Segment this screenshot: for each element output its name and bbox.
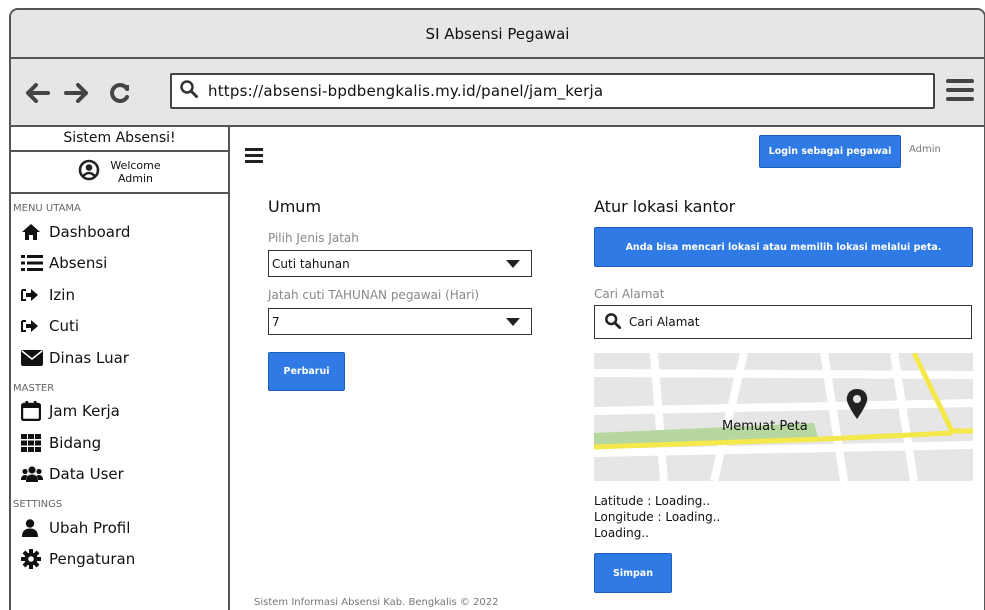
footer-text: Sistem Informasi Absensi Kab. Bengkalis … [254,597,499,608]
sidebar-item-absensi[interactable]: Absensi [11,248,228,280]
sidebar-item-label: Jam Kerja [49,402,120,421]
latitude-text: Latitude : Loading.. [594,494,711,508]
section-master: MASTER [13,382,55,394]
section-settings: SETTINGS [13,499,63,510]
sidebar-item-label: Data User [49,465,124,484]
users-icon [21,465,49,483]
sidebar-item-dashboard[interactable]: Dashboard [11,216,228,248]
browser-toolbar: https://absensi-bpdbengkalis.my.id/panel… [11,59,984,127]
sidebar-item-cuti[interactable]: Cuti [11,311,228,343]
sidebar-item-jam-kerja[interactable]: Jam Kerja [11,396,228,428]
map-loading-label: Memuat Peta [722,419,808,434]
sidebar-item-label: Dashboard [49,222,131,241]
umum-title: Umum [268,197,322,216]
back-arrow-icon[interactable] [25,80,51,106]
list-icon [21,254,49,272]
browser-menu-icon[interactable] [946,79,974,105]
envelope-icon [21,349,49,366]
sidebar-item-label: Cuti [49,317,80,336]
lokasi-title: Atur lokasi kantor [594,197,736,216]
window-titlebar: SI Absensi Pegawai [11,10,984,59]
sidebar-item-dinas-luar[interactable]: Dinas Luar [11,342,228,374]
save-button[interactable]: Simpan [594,553,672,593]
update-button[interactable]: Perbarui [268,352,345,391]
sidebar-welcome: Welcome Admin [11,152,228,194]
search-placeholder: Cari Alamat [629,315,700,329]
home-icon [21,223,49,241]
user-icon [21,519,49,537]
address-bar[interactable]: https://absensi-bpdbengkalis.my.id/panel… [170,73,935,109]
sidebar-item-data-user[interactable]: Data User [11,459,228,491]
jatah-cuti-label: Jatah cuti TAHUNAN pegawai (Hari) [268,288,480,302]
map-background [594,353,973,481]
admin-label: Admin [909,144,941,155]
search-address-input[interactable]: Cari Alamat [594,305,972,339]
welcome-text: Welcome [110,159,161,172]
section-menu-utama: MENU UTAMA [13,203,81,214]
login-as-employee-button[interactable]: Login sebagai pegawai [759,135,901,168]
sidebar-item-ubah-profil[interactable]: Ubah Profil [11,512,228,544]
jenis-jatah-label: Pilih Jenis Jatah [268,231,359,245]
sidebar-toggle-icon[interactable] [245,148,263,166]
gear-icon [21,549,49,570]
sidebar-item-izin[interactable]: Izin [11,279,228,311]
sidebar-item-bidang[interactable]: Bidang [11,427,228,459]
sidebar-item-label: Pengaturan [49,550,136,569]
grid-icon [21,433,49,452]
calendar-icon [21,401,49,422]
sign-in-icon [21,287,49,303]
url-text: https://absensi-bpdbengkalis.my.id/panel… [208,82,604,100]
window-title: SI Absensi Pegawai [425,24,570,43]
sidebar-item-label: Ubah Profil [49,518,131,537]
user-circle-icon [78,159,100,185]
jatah-cuti-select[interactable]: 7 [268,308,532,335]
search-icon [605,312,622,332]
welcome-user: Admin [117,172,154,185]
sidebar-item-label: Bidang [49,433,102,452]
sidebar-item-label: Dinas Luar [49,348,129,367]
chevron-down-icon [506,260,520,268]
jenis-jatah-value: Cuti tahunan [272,256,350,271]
sign-in-icon [21,318,49,334]
jenis-jatah-select[interactable]: Cuti tahunan [268,250,532,277]
sidebar: Sistem Absensi! Welcome Admin MENU UTAMA… [11,127,230,610]
sidebar-item-label: Izin [49,285,75,304]
loading-text: Loading.. [594,526,649,540]
reload-icon[interactable] [107,80,133,106]
search-icon [180,80,198,102]
chevron-down-icon [506,318,520,326]
jatah-cuti-value: 7 [272,314,280,329]
sidebar-app-title: Sistem Absensi! [11,127,228,152]
main-content: Login sebagai pegawai Admin Umum Pilih J… [232,127,984,610]
office-location-map[interactable]: Memuat Peta [594,353,973,481]
forward-arrow-icon[interactable] [63,80,89,106]
sidebar-item-pengaturan[interactable]: Pengaturan [11,544,228,576]
search-address-label: Cari Alamat [594,287,665,301]
browser-window: SI Absensi Pegawai https://absensi-bpdbe… [9,8,985,610]
longitude-text: Longitude : Loading.. [594,510,721,524]
map-info-banner: Anda bisa mencari lokasi atau memilih lo… [594,227,973,267]
sidebar-item-label: Absensi [49,254,108,273]
coordinates-block: Latitude : Loading.. Longitude : Loading… [594,493,720,541]
